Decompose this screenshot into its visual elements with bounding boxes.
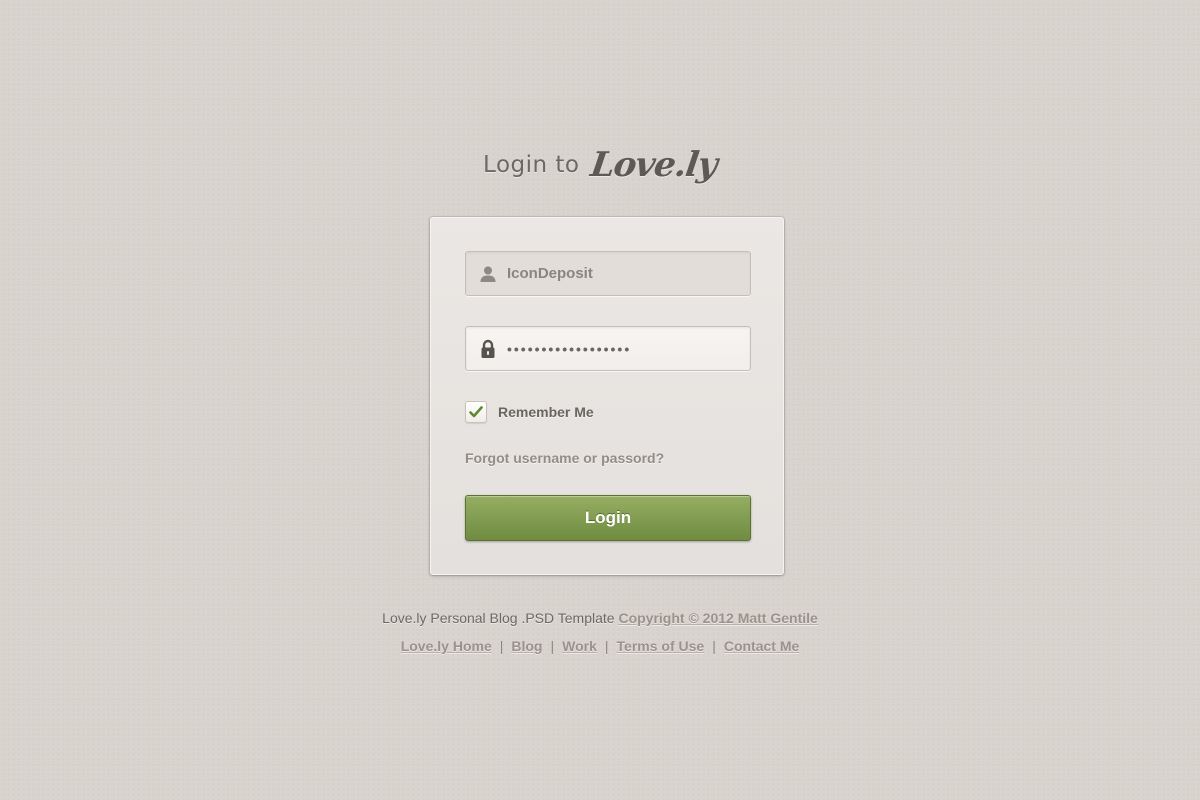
copyright-link[interactable]: Copyright © 2012 Matt Gentile xyxy=(618,610,817,626)
footer-separator: | xyxy=(499,638,504,654)
template-text: Love.ly Personal Blog .PSD Template xyxy=(382,610,615,626)
page-heading: Login to Love.ly xyxy=(0,140,1200,190)
footer-link-blog[interactable]: Blog xyxy=(511,638,542,654)
footer-credits: Love.ly Personal Blog .PSD Template Copy… xyxy=(0,610,1200,626)
heading-prefix: Login to xyxy=(483,152,580,178)
remember-me[interactable]: Remember Me xyxy=(465,400,594,424)
login-button[interactable]: Login xyxy=(465,495,751,541)
checkmark-icon xyxy=(469,406,483,418)
password-field[interactable]: •••••••••••••••••• xyxy=(465,326,751,371)
username-input[interactable] xyxy=(507,258,750,289)
footer-link-contact[interactable]: Contact Me xyxy=(724,638,799,654)
lock-icon xyxy=(479,339,497,359)
remember-label: Remember Me xyxy=(498,404,594,420)
brand-logo: Love.ly xyxy=(588,145,720,185)
password-input[interactable]: •••••••••••••••••• xyxy=(507,334,750,364)
user-icon xyxy=(479,264,497,284)
footer-separator: | xyxy=(712,638,716,654)
footer-separator: | xyxy=(604,638,609,654)
footer-link-terms[interactable]: Terms of Use xyxy=(617,638,705,654)
remember-checkbox[interactable] xyxy=(465,401,487,423)
footer-link-work[interactable]: Work xyxy=(562,638,597,654)
username-field[interactable] xyxy=(465,251,751,296)
footer-link-home[interactable]: Love.ly Home xyxy=(401,638,492,654)
login-card: •••••••••••••••••• Remember Me Forgot us… xyxy=(430,217,784,575)
forgot-password-link[interactable]: Forgot username or passord? xyxy=(465,450,664,466)
footer-nav: Love.ly Home | Blog | Work | Terms of Us… xyxy=(0,638,1200,654)
footer-separator: | xyxy=(550,638,555,654)
